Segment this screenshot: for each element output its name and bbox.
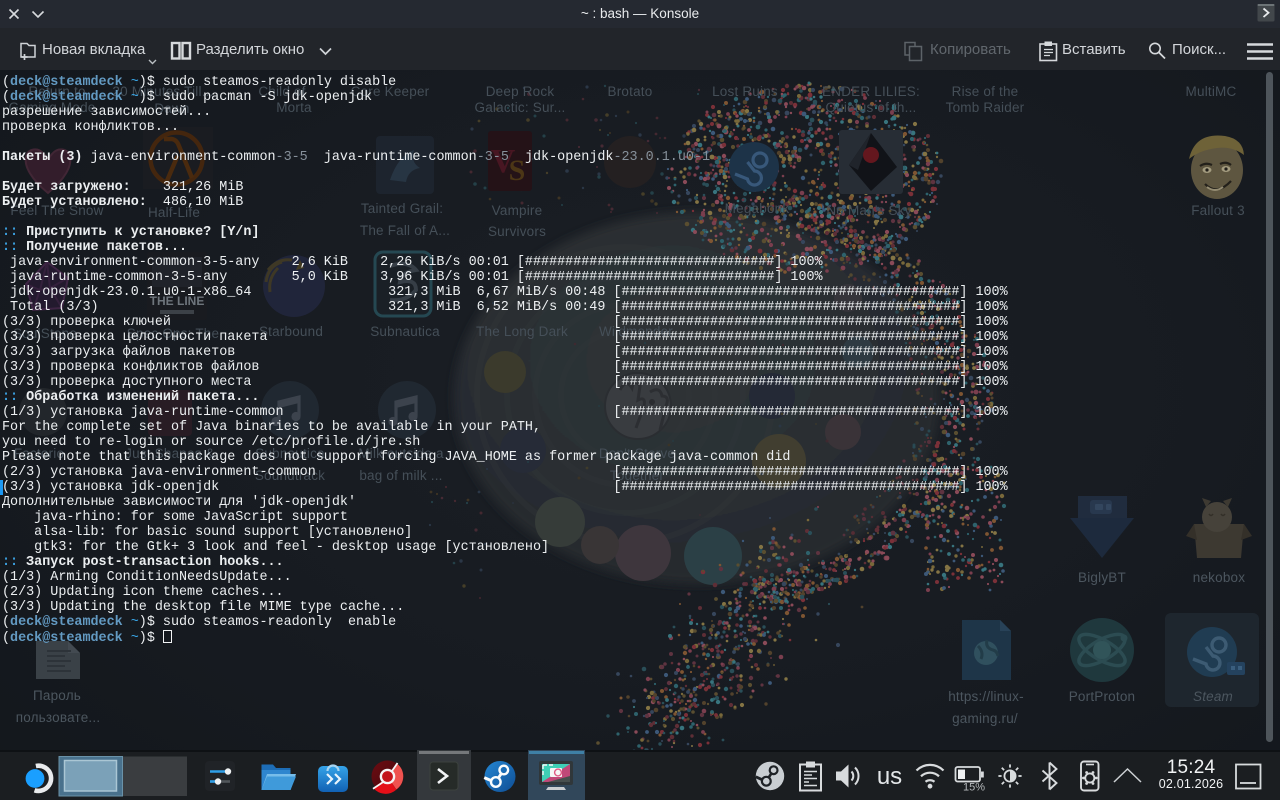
svg-text:us: us bbox=[877, 763, 902, 790]
svg-text:15%: 15% bbox=[963, 782, 985, 794]
